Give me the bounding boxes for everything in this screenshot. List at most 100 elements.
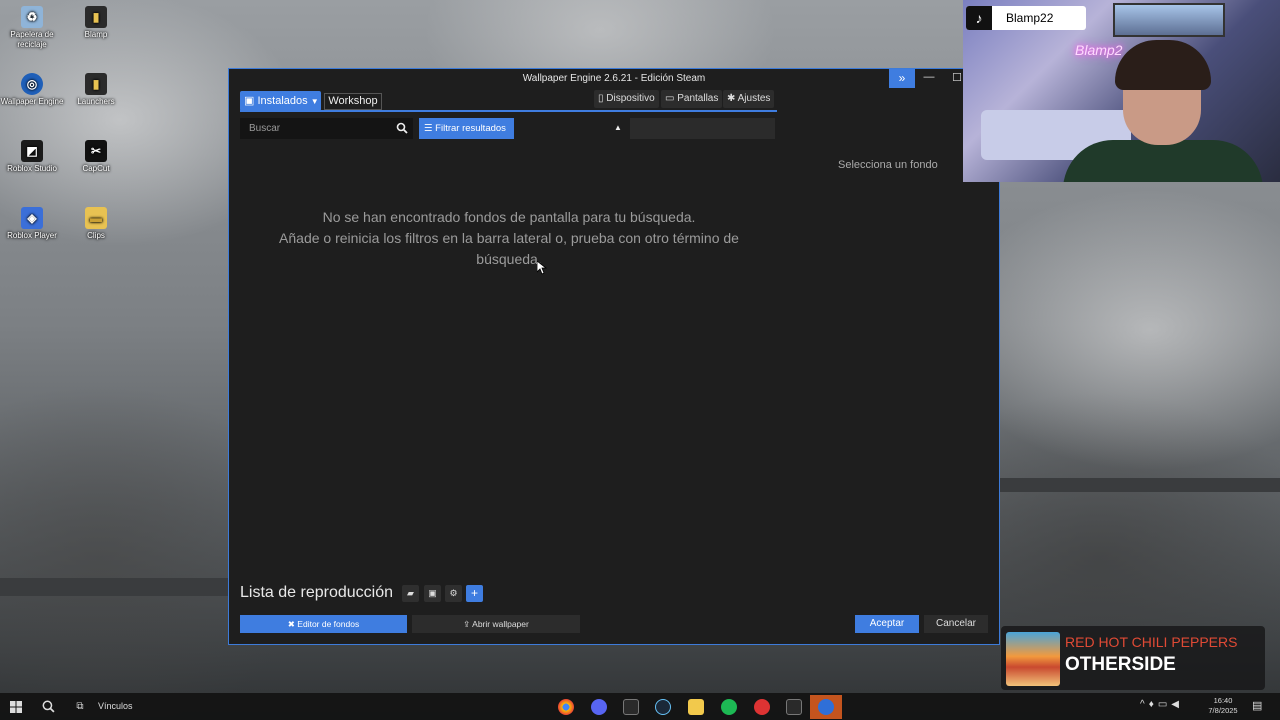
chevron-down-icon: ▼ — [310, 97, 319, 106]
settings-button[interactable]: ✱ Ajustes — [723, 90, 775, 108]
taskbar-app-roblox[interactable] — [752, 697, 772, 716]
taskbar-app-epic[interactable] — [621, 697, 641, 716]
cancel-button[interactable]: Cancelar — [924, 615, 988, 633]
wallpaper-engine-icon — [818, 699, 834, 715]
desktop-icon-label: Roblox Studio — [7, 164, 57, 173]
neon-sign: Blamp2 — [1075, 42, 1123, 58]
chevron-up-icon: ^ — [1140, 699, 1149, 710]
tab-installed-label: Instalados — [257, 95, 308, 107]
bridge-left — [0, 578, 228, 596]
epic-games-icon — [786, 698, 802, 715]
discord-icon — [591, 698, 607, 715]
playlist-settings-button[interactable]: ⚙ — [445, 585, 462, 602]
sort-direction-icon[interactable]: ▲ — [614, 121, 624, 135]
playlist-save-button[interactable]: ▣ — [424, 585, 441, 602]
empty-message-line2: Añade o reinicia los filtros en la barra… — [279, 230, 739, 267]
taskbar: ⧉ Vínculos ^♦▭◀ 16:40 7/8/2025 ▤ — [0, 693, 1280, 720]
tab-workshop[interactable]: Workshop — [324, 93, 382, 110]
empty-message-line1: No se han encontrado fondos de pantalla … — [322, 209, 696, 225]
desktop-icon-label: Clips — [87, 231, 105, 240]
search-icon[interactable] — [396, 122, 408, 134]
folder-open-icon: ▰ — [407, 588, 414, 598]
desktop-icon-recycle-bin[interactable]: ♻ Papelera de reciclaje — [0, 6, 64, 50]
desktop-icon-label: Launchers — [77, 97, 115, 106]
window-title: Wallpaper Engine 2.6.21 - Edición Steam — [522, 73, 706, 84]
search-input[interactable] — [240, 118, 390, 139]
desktop-icon-label: Blamp — [84, 30, 108, 39]
task-view-button[interactable]: ⧉ — [70, 697, 90, 716]
tiktok-username-tag: ♪ Blamp22 — [966, 6, 1086, 30]
folder-icon: ▮ — [85, 6, 107, 28]
taskbar-app-spotify[interactable] — [719, 697, 739, 716]
list-icon: ☰ — [424, 123, 433, 134]
search-box — [240, 118, 413, 139]
taskbar-app-epic-2[interactable] — [784, 697, 804, 716]
editor-label: Editor de fondos — [297, 619, 360, 629]
plus-icon: + — [470, 586, 478, 600]
wallpaper-editor-button[interactable]: ✖ Editor de fondos — [240, 615, 407, 633]
system-tray[interactable]: ^♦▭◀ — [1140, 699, 1183, 710]
upload-icon: ⇪ — [463, 619, 471, 629]
device-button[interactable]: ▯ Dispositivo — [594, 90, 659, 108]
screens-label: Pantallas — [677, 93, 719, 104]
taskbar-app-chrome[interactable] — [556, 697, 576, 716]
notification-icon[interactable]: ▤ — [1252, 699, 1262, 712]
taskbar-search-button[interactable] — [38, 697, 58, 716]
taskbar-app-discord[interactable] — [589, 697, 609, 716]
mouse-cursor-icon — [537, 261, 547, 275]
clock-date: 7/8/2025 — [1208, 706, 1238, 715]
gear-icon: ✱ — [727, 93, 736, 104]
save-icon: ▣ — [428, 588, 437, 598]
links-toolbar[interactable]: Vínculos — [98, 701, 133, 711]
file-explorer-icon — [688, 698, 704, 715]
title-bar[interactable]: Wallpaper Engine 2.6.21 - Edición Steam … — [229, 69, 999, 89]
now-playing-widget: RED HOT CHILI PEPPERS OTHERSIDE — [1001, 626, 1265, 690]
taskbar-app-explorer[interactable] — [686, 697, 706, 716]
minimize-button[interactable]: — — [919, 71, 939, 87]
spotify-icon — [721, 698, 737, 715]
filter-results-button[interactable]: ☰ Filtrar resultados — [419, 118, 514, 139]
desktop-icon-label: Roblox Player — [7, 231, 57, 240]
open-wallpaper-button[interactable]: ⇪ Abrir wallpaper — [412, 615, 580, 633]
steam-icon — [655, 698, 671, 715]
screens-button[interactable]: ▭ Pantallas — [661, 90, 723, 108]
start-button[interactable] — [6, 697, 26, 716]
artist-name: RED HOT CHILI PEPPERS — [1065, 634, 1238, 650]
accept-button[interactable]: Aceptar — [855, 615, 919, 633]
desktop-icon-roblox-player[interactable]: ◈ Roblox Player — [0, 207, 64, 241]
select-background-label: Selecciona un fondo — [838, 159, 938, 171]
desktop-icon-capcut[interactable]: ✂ CapCut — [64, 140, 128, 174]
microphone-icon: ♦ — [1148, 699, 1158, 710]
webcam-window-scene — [1113, 3, 1225, 37]
settings-label: Ajustes — [737, 93, 771, 104]
expand-panel-button[interactable]: » — [889, 69, 915, 88]
roblox-studio-icon: ◩ — [21, 140, 43, 162]
desktop-icon-clips[interactable]: ▬ Clips — [64, 207, 128, 241]
playlist-add-button[interactable]: + — [466, 585, 483, 602]
empty-results-message: No se han encontrado fondos de pantalla … — [249, 207, 769, 270]
webcam-person-body — [1063, 140, 1263, 182]
device-label: Dispositivo — [606, 93, 655, 104]
open-wallpaper-label: Abrir wallpaper — [472, 619, 529, 629]
webcam-person-hair — [1115, 40, 1211, 90]
desktop-icon-wallpaper-engine[interactable]: ◎ Wallpaper Engine — [0, 73, 64, 107]
taskbar-clock[interactable]: 16:40 7/8/2025 — [1205, 696, 1241, 716]
desktop-icon-roblox-studio[interactable]: ◩ Roblox Studio — [0, 140, 64, 174]
tiktok-username: Blamp22 — [1006, 11, 1054, 25]
roblox-icon — [754, 698, 770, 715]
launchers-icon: ▮ — [85, 73, 107, 95]
webcam-overlay: Blamp2 ♪ Blamp22 — [963, 0, 1280, 182]
gears-icon: ⚙ — [449, 588, 458, 598]
recycle-bin-icon: ♻ — [21, 6, 43, 28]
roblox-player-icon: ◈ — [21, 207, 43, 229]
playlist-open-button[interactable]: ▰ — [402, 585, 419, 602]
taskbar-app-steam[interactable] — [653, 697, 673, 716]
song-name: OTHERSIDE — [1065, 654, 1176, 675]
sort-select[interactable] — [630, 118, 775, 139]
tab-underline — [240, 110, 777, 112]
desktop-icon-blamp[interactable]: ▮ Blamp — [64, 6, 128, 40]
desktop-icon-label: CapCut — [82, 164, 110, 173]
tab-installed[interactable]: ▣ Instalados ▼ — [240, 91, 321, 111]
desktop-icon-launchers[interactable]: ▮ Launchers — [64, 73, 128, 107]
taskbar-app-wallpaper-engine[interactable] — [810, 695, 842, 719]
